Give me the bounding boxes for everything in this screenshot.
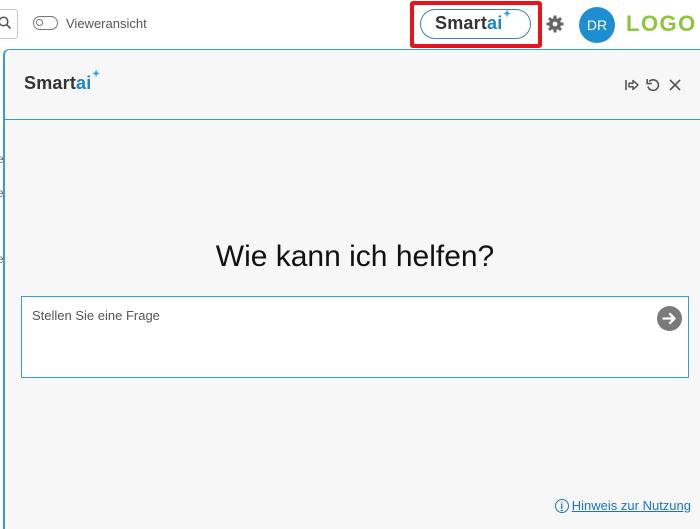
- question-box: [21, 296, 689, 378]
- viewer-toggle[interactable]: [33, 16, 58, 30]
- export-icon: [625, 79, 639, 91]
- top-bar: Vieweransicht Smartai ✦ DR LOGO: [0, 0, 700, 48]
- reset-icon: [646, 79, 660, 92]
- logo: LOGO: [626, 11, 697, 36]
- search-icon: [0, 16, 12, 30]
- panel-title: Smartai ✦: [24, 69, 101, 93]
- export-button[interactable]: [624, 77, 640, 93]
- info-icon: i: [554, 498, 569, 513]
- usage-hint-label: Hinweis zur Nutzung: [571, 498, 691, 513]
- gear-icon: [546, 15, 564, 33]
- highlight-frame: [410, 1, 542, 48]
- settings-button[interactable]: [545, 14, 565, 34]
- welcome-headline: Wie kann ich helfen?: [215, 240, 495, 273]
- smartai-chat-panel: Smartai ✦ Wie kann ich helfen? Stellen S…: [3, 49, 700, 529]
- avatar[interactable]: DR: [579, 7, 615, 43]
- toggle-knob: [36, 19, 43, 26]
- reset-button[interactable]: [645, 77, 661, 93]
- close-icon: [669, 79, 681, 91]
- panel-header: Smartai ✦: [5, 50, 700, 120]
- question-input[interactable]: [32, 305, 632, 325]
- viewer-toggle-label: Vieweransicht: [66, 16, 147, 31]
- sparkle-icon: ✦: [91, 69, 101, 80]
- arrow-right-icon: [662, 312, 676, 325]
- close-button[interactable]: [667, 77, 683, 93]
- search-button[interactable]: [0, 9, 18, 39]
- usage-hint-link[interactable]: i Hinweis zur Nutzung: [554, 498, 691, 513]
- send-button[interactable]: [657, 306, 682, 331]
